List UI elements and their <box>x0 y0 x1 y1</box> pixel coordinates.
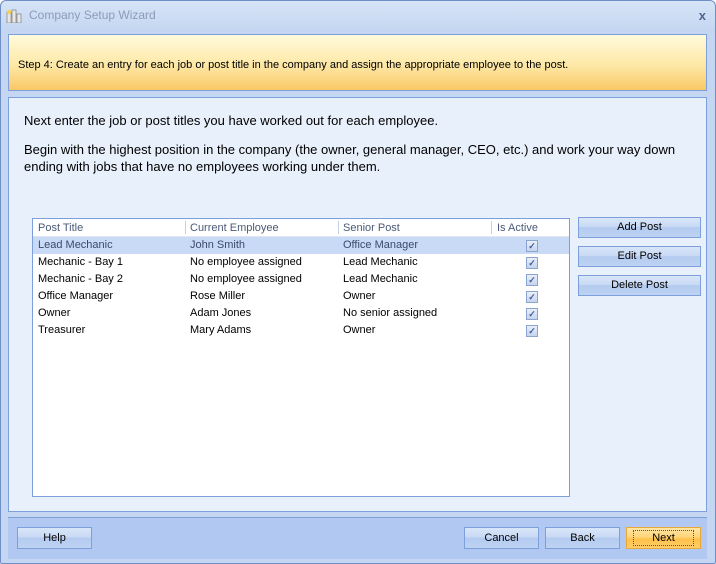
window-title: Company Setup Wizard <box>29 8 156 22</box>
column-separator[interactable] <box>338 221 339 234</box>
senior-post-cell: Office Manager <box>343 239 419 251</box>
column-header-senior-post[interactable]: Senior Post <box>343 222 400 234</box>
current-employee-cell: No employee assigned <box>190 256 302 268</box>
is-active-checkbox[interactable]: ✓ <box>526 274 538 286</box>
title-bar: Company Setup Wizard x <box>1 1 715 31</box>
senior-post-cell: Lead Mechanic <box>343 273 418 285</box>
next-button[interactable]: Next <box>626 527 701 549</box>
post-title-cell: Treasurer <box>38 324 86 336</box>
intro-text-2: Begin with the highest position in the c… <box>24 142 676 174</box>
list-header: Post Title Current Employee Senior Post … <box>33 219 569 237</box>
table-row[interactable]: Office Manager Rose Miller Owner ✓ <box>33 288 569 305</box>
current-employee-cell: John Smith <box>190 239 246 251</box>
edit-post-button[interactable]: Edit Post <box>578 246 701 267</box>
post-title-cell: Mechanic - Bay 2 <box>38 273 123 285</box>
table-row[interactable]: Lead Mechanic John Smith Office Manager … <box>33 237 569 254</box>
is-active-checkbox[interactable]: ✓ <box>526 325 538 337</box>
current-employee-cell: Mary Adams <box>190 324 252 336</box>
cancel-button[interactable]: Cancel <box>464 527 539 549</box>
app-icon <box>6 9 22 23</box>
help-button[interactable]: Help <box>17 527 92 549</box>
column-separator[interactable] <box>185 221 186 234</box>
table-row[interactable]: Owner Adam Jones No senior assigned ✓ <box>33 305 569 322</box>
footer-bar: Help Cancel Back Next <box>8 517 707 559</box>
post-title-cell: Lead Mechanic <box>38 239 113 251</box>
post-title-cell: Office Manager <box>38 290 114 302</box>
intro-text-1: Next enter the job or post titles you ha… <box>24 113 439 128</box>
current-employee-cell: Adam Jones <box>190 307 252 319</box>
step-description: Step 4: Create an entry for each job or … <box>18 59 569 71</box>
column-separator[interactable] <box>491 221 492 234</box>
step-banner: Step 4: Create an entry for each job or … <box>8 34 707 91</box>
close-icon[interactable]: x <box>699 8 706 23</box>
is-active-checkbox[interactable]: ✓ <box>526 240 538 252</box>
table-row[interactable]: Mechanic - Bay 2 No employee assigned Le… <box>33 271 569 288</box>
is-active-checkbox[interactable]: ✓ <box>526 291 538 303</box>
table-row[interactable]: Mechanic - Bay 1 No employee assigned Le… <box>33 254 569 271</box>
post-title-cell: Mechanic - Bay 1 <box>38 256 123 268</box>
senior-post-cell: Owner <box>343 290 376 302</box>
next-button-label: Next <box>633 530 694 546</box>
add-post-button[interactable]: Add Post <box>578 217 701 238</box>
delete-post-button[interactable]: Delete Post <box>578 275 701 296</box>
column-header-is-active[interactable]: Is Active <box>497 222 538 234</box>
is-active-checkbox[interactable]: ✓ <box>526 308 538 320</box>
senior-post-cell: Owner <box>343 324 376 336</box>
back-button[interactable]: Back <box>545 527 620 549</box>
senior-post-cell: Lead Mechanic <box>343 256 418 268</box>
wizard-window: Company Setup Wizard x Step 4: Create an… <box>0 0 716 564</box>
post-title-cell: Owner <box>38 307 71 319</box>
column-header-post-title[interactable]: Post Title <box>38 222 83 234</box>
senior-post-cell: No senior assigned <box>343 307 438 319</box>
content-panel: Next enter the job or post titles you ha… <box>8 97 707 512</box>
column-header-current-employee[interactable]: Current Employee <box>190 222 279 234</box>
current-employee-cell: No employee assigned <box>190 273 302 285</box>
current-employee-cell: Rose Miller <box>190 290 246 302</box>
posts-list[interactable]: Post Title Current Employee Senior Post … <box>32 218 570 497</box>
is-active-checkbox[interactable]: ✓ <box>526 257 538 269</box>
table-row[interactable]: Treasurer Mary Adams Owner ✓ <box>33 322 569 339</box>
